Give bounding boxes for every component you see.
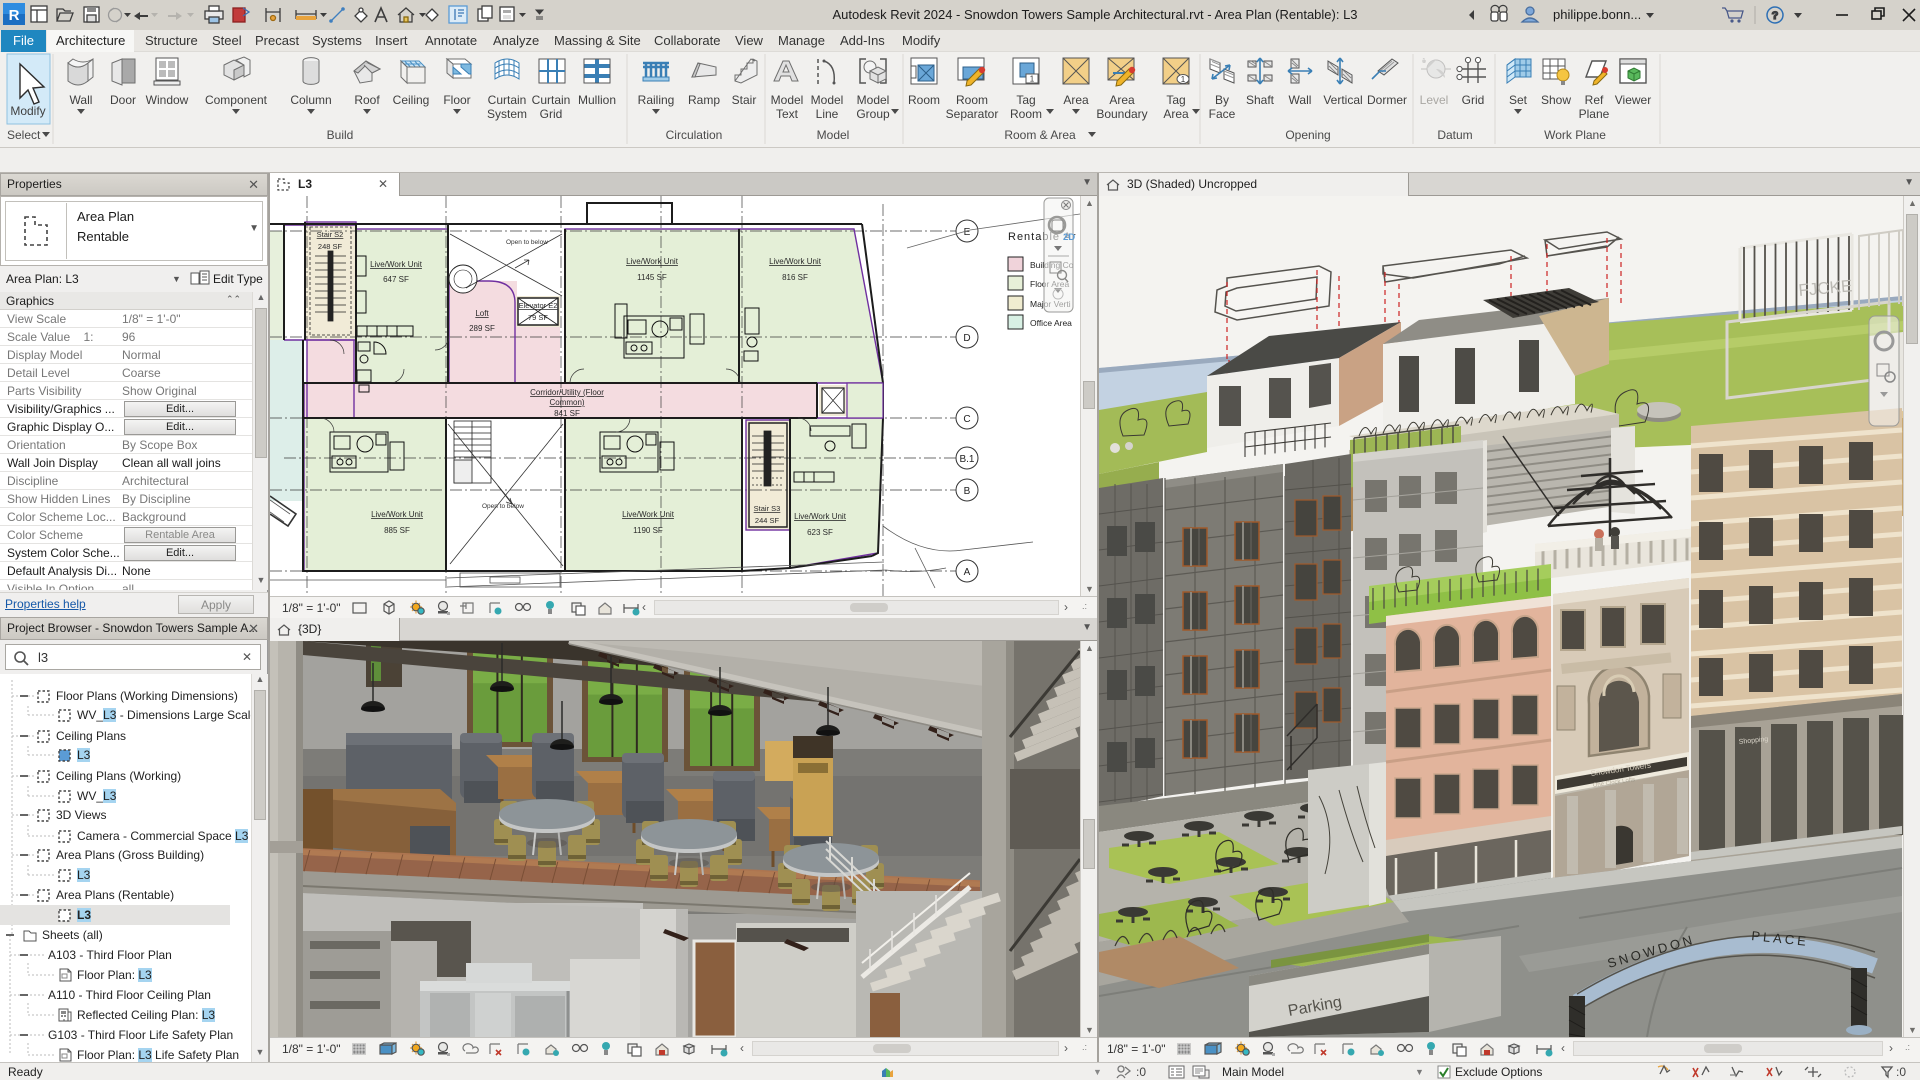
svg-text:Shaft: Shaft [1246,93,1275,107]
svg-text:Live/Work Unit: Live/Work Unit [622,510,675,519]
svg-text:Grid: Grid [540,107,563,121]
svg-text:885 SF: 885 SF [384,526,410,535]
svg-text:Room: Room [908,93,940,107]
svg-text:Roof: Roof [354,93,380,107]
svg-text:R: R [9,7,20,24]
svg-text:Room: Room [956,93,988,107]
svg-text:Build: Build [327,128,354,142]
svg-text:Vertical: Vertical [1323,93,1362,107]
svg-text:Circulation: Circulation [666,128,723,142]
svg-text:Column: Column [290,93,331,107]
svg-text:Mullion: Mullion [578,93,616,107]
svg-text:Tag: Tag [1016,93,1035,107]
svg-text:Separator: Separator [946,107,999,121]
svg-text:System: System [487,107,527,121]
svg-text:B.1: B.1 [959,454,974,465]
svg-text:Model: Model [771,93,804,107]
svg-text:Stair S2: Stair S2 [317,230,344,239]
svg-text:79 SF: 79 SF [528,313,548,322]
svg-text:Live/Work Unit: Live/Work Unit [626,257,679,266]
svg-text:Stair S3: Stair S3 [754,504,781,513]
svg-text:A: A [964,567,971,578]
svg-text:Face: Face [1209,107,1236,121]
svg-text:Wall: Wall [70,93,93,107]
svg-text:841 SF: 841 SF [554,409,580,418]
svg-text:Corridor/Utility (Floor: Corridor/Utility (Floor [530,388,604,397]
svg-text:Window: Window [146,93,189,107]
svg-text:Room: Room [1010,107,1042,121]
svg-text:Grid: Grid [1462,93,1485,107]
svg-text:B: B [964,486,971,497]
svg-text:D: D [963,333,970,344]
svg-text:1: 1 [1422,58,1426,65]
svg-text:Common): Common) [549,398,584,407]
svg-text:Ceiling: Ceiling [393,93,430,107]
svg-text:Component: Component [205,93,268,107]
svg-text:Group: Group [856,107,890,121]
svg-text:289 SF: 289 SF [469,324,495,333]
svg-text:Model: Model [817,128,850,142]
svg-text:Boundary: Boundary [1096,107,1147,121]
svg-text:Set: Set [1509,93,1528,107]
svg-text:1190 SF: 1190 SF [633,526,663,535]
svg-text:Modify: Modify [10,104,45,118]
svg-text:C: C [963,414,970,425]
svg-text:Open to below: Open to below [482,503,524,510]
svg-text:Datum: Datum [1437,128,1472,142]
svg-text:2D: 2D [1063,232,1075,243]
svg-text:Plane: Plane [1579,107,1610,121]
svg-text:Room & Area: Room & Area [1004,128,1076,142]
svg-text:Curtain: Curtain [488,93,527,107]
svg-text:Level: Level [1420,93,1449,107]
svg-text:Curtain: Curtain [532,93,571,107]
svg-text:Line: Line [816,107,839,121]
svg-text:Work Plane: Work Plane [1544,128,1606,142]
svg-text:244 SF: 244 SF [755,516,780,525]
svg-text:623 SF: 623 SF [807,528,833,537]
svg-text:816 SF: 816 SF [782,273,808,282]
svg-text:Tag: Tag [1166,93,1185,107]
svg-text:Open to below: Open to below [506,239,548,246]
svg-text:Office Area: Office Area [1030,318,1072,328]
svg-text:E: E [964,227,971,238]
svg-text:Select: Select [7,128,41,142]
svg-text:Model: Model [811,93,844,107]
svg-text:Wall: Wall [1289,93,1312,107]
svg-text:Area: Area [1109,93,1135,107]
svg-text:Door: Door [110,93,136,107]
svg-text:Stair: Stair [732,93,757,107]
svg-text:Model: Model [857,93,890,107]
svg-text:Live/Work Unit: Live/Work Unit [370,260,423,269]
svg-text:248 SF: 248 SF [318,242,343,251]
svg-text:Railing: Railing [638,93,675,107]
svg-text:Live/Work Unit: Live/Work Unit [371,510,424,519]
svg-text:Show: Show [1541,93,1571,107]
svg-text:1: 1 [1181,75,1186,84]
svg-text:Live/Work Unit: Live/Work Unit [769,257,822,266]
svg-text:Viewer: Viewer [1615,93,1651,107]
svg-text:Live/Work Unit: Live/Work Unit [794,512,847,521]
svg-text:Area: Area [1063,93,1089,107]
svg-text:Ramp: Ramp [688,93,720,107]
svg-text:Floor: Floor [443,93,470,107]
svg-text:Ref: Ref [1585,93,1604,107]
svg-text:647 SF: 647 SF [383,275,409,284]
svg-text:By: By [1215,93,1229,107]
svg-text:Text: Text [776,107,799,121]
svg-text:Area: Area [1163,107,1189,121]
svg-text:Dormer: Dormer [1367,93,1407,107]
svg-text:1: 1 [1030,75,1035,84]
svg-text:Elevator E2: Elevator E2 [519,301,558,310]
svg-text:1145 SF: 1145 SF [637,273,667,282]
svg-text:philippe.bonn...: philippe.bonn... [1553,7,1641,22]
svg-text:Opening: Opening [1285,128,1330,142]
svg-text:Loft: Loft [475,309,489,318]
svg-text:?: ? [1772,10,1779,22]
